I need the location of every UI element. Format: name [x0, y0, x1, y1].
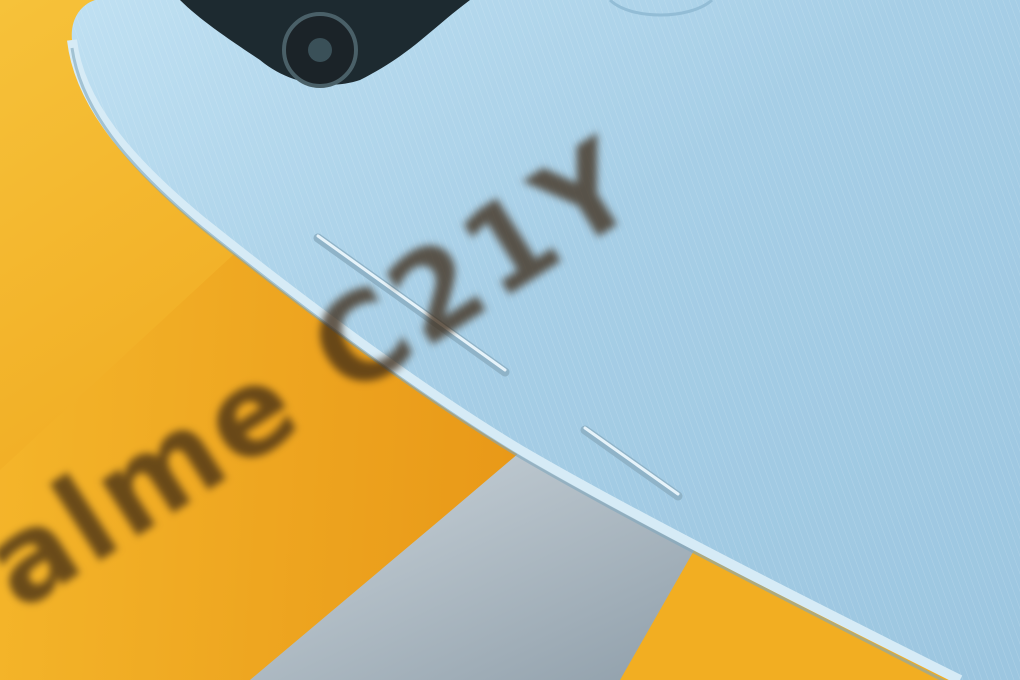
camera-lens-center — [308, 38, 332, 62]
scene-illustration — [0, 0, 1020, 680]
photo-scene: alme C21Y — [0, 0, 1020, 680]
